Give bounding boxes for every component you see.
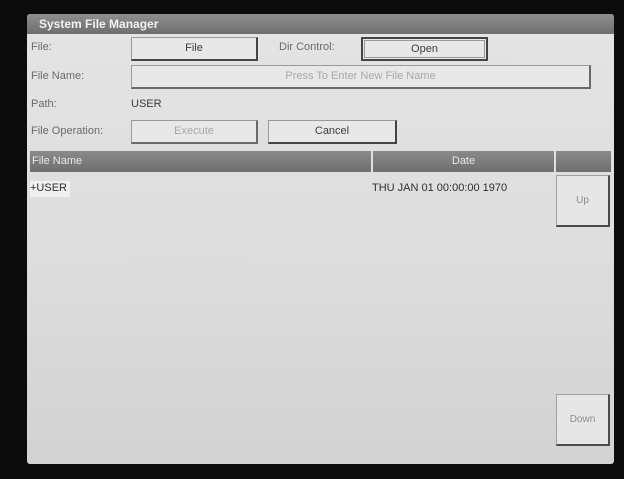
dir-control-open-button[interactable]: Open — [361, 37, 488, 61]
column-header-date[interactable]: Date — [373, 151, 554, 172]
column-header-file-name[interactable]: File Name — [30, 151, 371, 172]
down-button[interactable]: Down — [556, 394, 610, 446]
execute-button[interactable]: Execute — [131, 120, 258, 144]
path-label: Path: — [31, 98, 57, 110]
path-value: USER — [131, 98, 162, 110]
file-operation-label: File Operation: — [31, 125, 104, 137]
window-title: System File Manager — [39, 17, 159, 31]
up-button[interactable]: Up — [556, 175, 610, 227]
file-button[interactable]: File — [131, 37, 258, 61]
column-header-blank — [556, 151, 611, 172]
title-bar: System File Manager — [27, 14, 614, 34]
file-name-field[interactable]: Press To Enter New File Name — [131, 65, 591, 89]
row-date: THU JAN 01 00:00:00 1970 — [372, 182, 508, 194]
file-manager-window: System File Manager File: File Dir Contr… — [27, 14, 614, 464]
file-label: File: — [31, 41, 52, 53]
cancel-button[interactable]: Cancel — [268, 120, 397, 144]
row-file-name[interactable]: +USER — [30, 181, 70, 197]
dir-control-label: Dir Control: — [279, 41, 335, 53]
file-name-label: File Name: — [31, 70, 85, 82]
